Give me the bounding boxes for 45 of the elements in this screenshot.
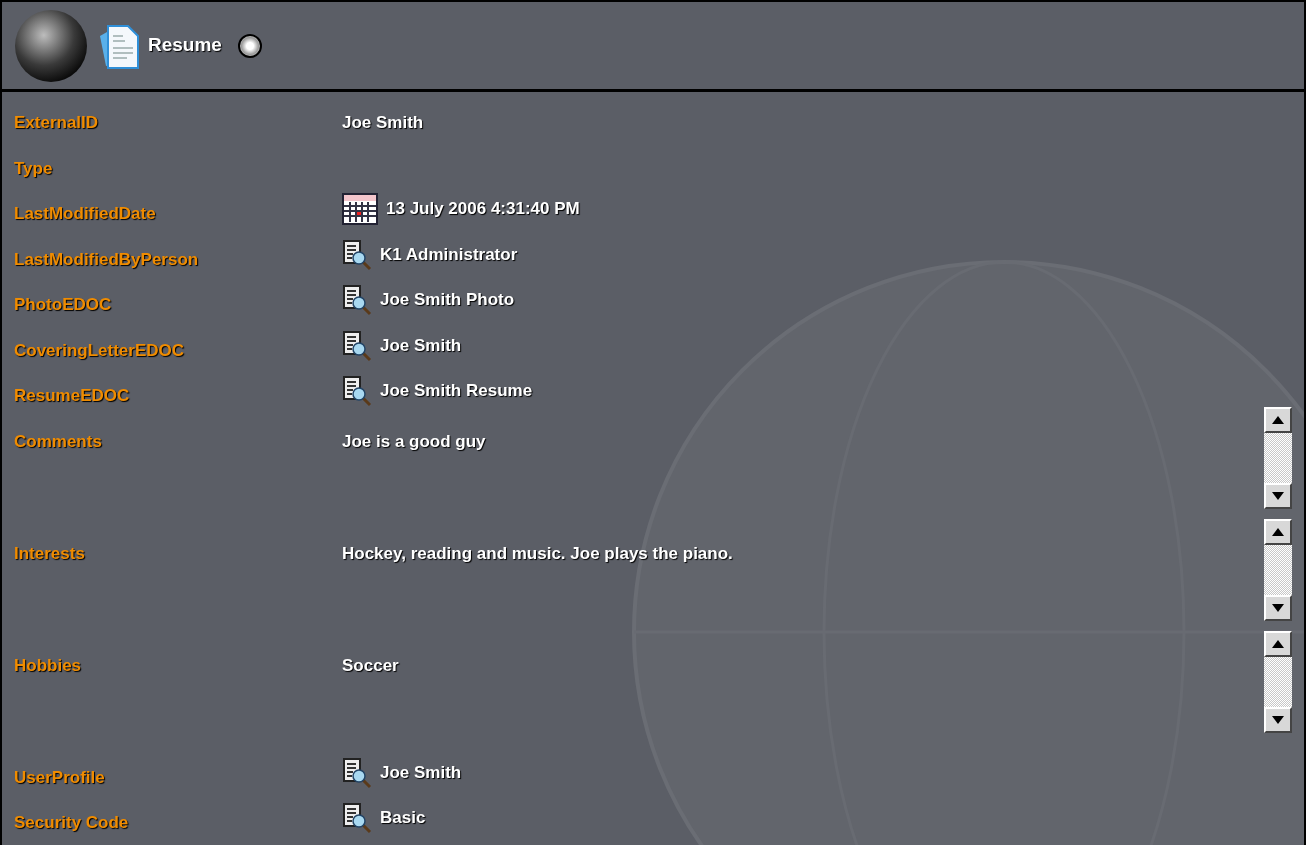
down-arrow-icon xyxy=(1272,603,1284,612)
record-link[interactable]: Joe Smith xyxy=(380,332,462,359)
scroll-down-button[interactable] xyxy=(1264,482,1292,509)
field-value: 13 July 2006 4:31:40 PM xyxy=(386,198,580,221)
document-search-icon xyxy=(342,238,372,271)
field-label: ExternalID xyxy=(14,112,100,134)
field-label: ResumeEDOC xyxy=(14,385,131,407)
field-label: CoveringLetterEDOC xyxy=(14,339,186,362)
field-label: Comments xyxy=(14,430,103,453)
document-search-icon xyxy=(342,756,372,789)
field-label: Interests xyxy=(14,542,86,565)
scroll-up-button[interactable] xyxy=(1264,406,1292,433)
record-link[interactable]: Joe Smith Photo xyxy=(380,287,515,313)
down-arrow-icon xyxy=(1272,715,1284,724)
document-search-icon xyxy=(342,375,372,407)
scroll-up-button[interactable] xyxy=(1264,518,1292,545)
up-arrow-icon xyxy=(1272,415,1284,424)
field-label: LastModifiedDate xyxy=(14,203,157,225)
record-link[interactable]: Joe Smith xyxy=(380,759,462,786)
scroll-up-button[interactable] xyxy=(1264,630,1292,657)
field-value: Joe Smith xyxy=(342,112,424,134)
document-search-icon xyxy=(342,802,372,834)
record-link[interactable]: K1 Administrator xyxy=(380,241,518,268)
field-label: LastModifiedByPerson xyxy=(14,248,200,271)
field-label: Type xyxy=(14,157,54,180)
globe-icon xyxy=(14,8,88,83)
scroll-down-button[interactable] xyxy=(1264,594,1292,621)
record-link[interactable]: Joe Smith Resume xyxy=(380,378,533,404)
calendar-icon xyxy=(342,193,378,225)
field-value: Hockey, reading and music. Joe plays the piano. xyxy=(342,542,733,565)
up-arrow-icon xyxy=(1272,639,1284,648)
document-search-icon xyxy=(342,284,372,316)
down-arrow-icon xyxy=(1272,491,1284,500)
field-label: PhotoEDOC xyxy=(14,294,113,316)
field-value: Joe is a good guy xyxy=(342,430,486,453)
field-label: Security Code xyxy=(14,812,130,834)
field-label: Hobbies xyxy=(14,654,83,677)
up-arrow-icon xyxy=(1272,527,1284,536)
header-title: Resume xyxy=(148,33,222,58)
field-label: UserProfile xyxy=(14,766,106,789)
record-link[interactable]: Basic xyxy=(380,805,426,831)
document-search-icon xyxy=(342,329,372,362)
field-value: Soccer xyxy=(342,654,399,677)
scroll-down-button[interactable] xyxy=(1264,706,1292,733)
radio-button[interactable] xyxy=(237,33,262,58)
